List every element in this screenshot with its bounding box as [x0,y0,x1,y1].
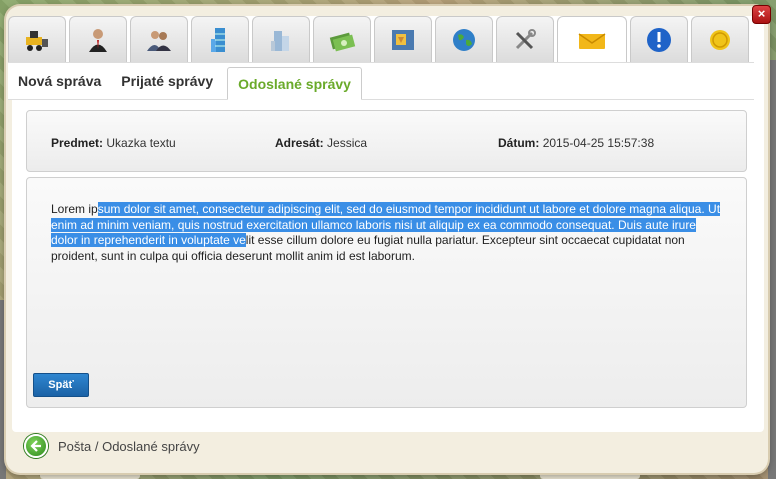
recipient-field: Adresát: Jessica [275,136,367,150]
tab-mail[interactable] [557,16,627,64]
map-icon [392,29,414,50]
tab-settings[interactable] [496,16,554,62]
info-icon [647,27,671,52]
tools-icon [515,28,536,49]
tab-info[interactable] [630,16,688,62]
back-button[interactable]: Späť [33,373,89,397]
date-field: Dátum: 2015-04-25 15:57:38 [498,136,654,150]
subject-value: Ukazka textu [106,136,176,150]
mail-subtabs: Nová správa Prijaté správy Odoslané sprá… [8,62,754,100]
message-body[interactable]: Lorem ipsum dolor sit amet, consectetur … [51,202,723,264]
tab-buildings[interactable] [191,16,249,62]
body-text-start: Lorem ip [51,202,98,216]
tab-map[interactable] [374,16,432,62]
message-header: Predmet: Ukazka textu Adresát: Jessica D… [26,110,747,172]
mail-icon [578,32,606,49]
people-icon [147,30,171,51]
tab-sent[interactable]: Odoslané správy [227,67,362,100]
tab-world[interactable] [435,16,493,62]
recipient-label: Adresát: [275,136,324,150]
main-toolbar [8,16,754,64]
money-icon [329,32,356,51]
arrow-left-icon [30,440,41,452]
date-value: 2015-04-25 15:57:38 [542,136,655,150]
tab-new-message[interactable]: Nová správa [8,63,111,99]
tab-finance[interactable] [313,16,371,62]
tab-construction[interactable] [8,16,66,62]
footer: Pošta / Odoslané správy [6,428,758,464]
tab-manager[interactable] [69,16,127,62]
globe-icon [453,28,475,51]
tab-received[interactable]: Prijaté správy [111,63,223,99]
recipient-value: Jessica [327,136,368,150]
tab-offices[interactable] [252,16,310,62]
subject-label: Predmet: [51,136,104,150]
tab-people[interactable] [130,16,188,62]
coin-icon [710,29,730,50]
tab-coins[interactable] [691,16,749,62]
building-icon [211,27,225,52]
close-button[interactable]: × [752,5,771,24]
breadcrumb: Pošta / Odoslané správy [58,438,200,454]
bulldozer-icon [26,30,48,51]
back-arrow-button[interactable] [24,434,48,458]
date-label: Dátum: [498,136,540,150]
businessman-icon [89,28,107,52]
office-icon [271,30,289,51]
message-body-box: Lorem ipsum dolor sit amet, consectetur … [26,177,747,408]
subject-field: Predmet: Ukazka textu [51,136,176,150]
